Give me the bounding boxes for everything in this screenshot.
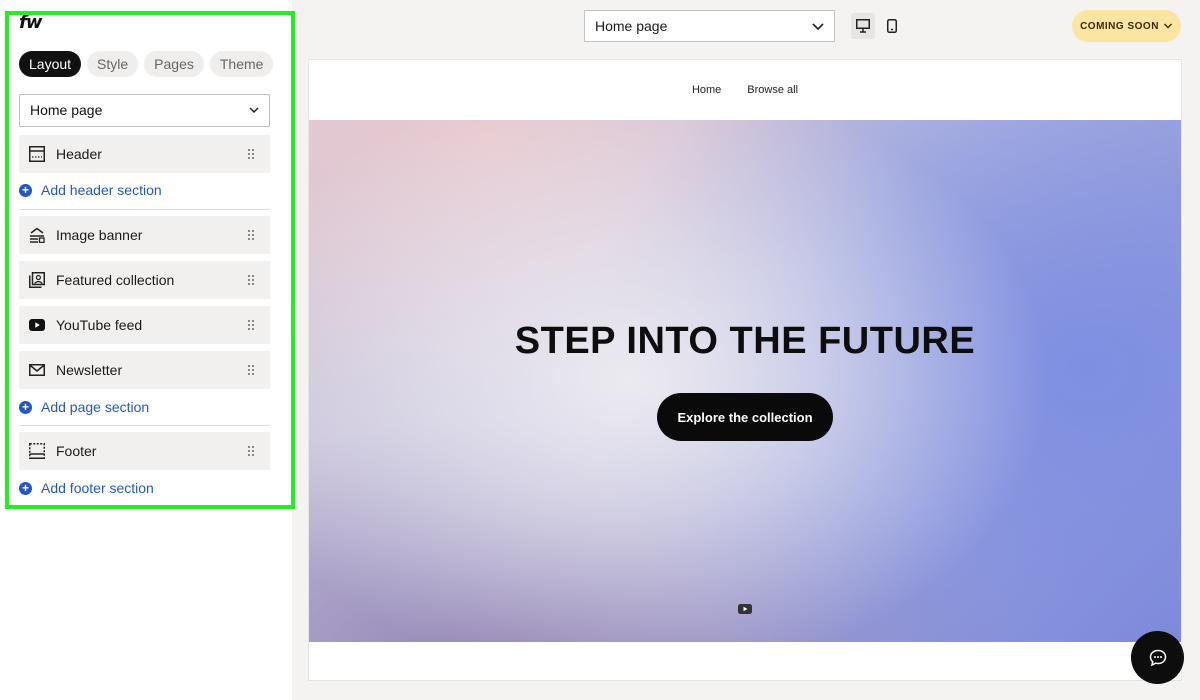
drag-handle-icon[interactable] (246, 148, 256, 160)
page-select-top[interactable]: Home page (584, 10, 835, 42)
image-banner-icon (28, 226, 46, 244)
site-nav: Home Browse all (309, 60, 1181, 120)
chat-button[interactable] (1131, 631, 1184, 684)
divider (19, 209, 270, 210)
section-item-newsletter[interactable]: Newsletter (19, 351, 270, 389)
chevron-down-icon (1163, 23, 1172, 29)
coming-soon-label: COMING SOON (1080, 20, 1159, 32)
desktop-icon (856, 19, 870, 33)
desktop-view-button[interactable] (851, 13, 875, 39)
section-label: Featured collection (56, 272, 175, 288)
section-item-header[interactable]: Header (19, 135, 270, 173)
divider (19, 425, 270, 426)
chevron-down-icon (249, 107, 259, 114)
drag-handle-icon[interactable] (246, 229, 256, 241)
hero-banner: STEP INTO THE FUTURE Explore the collect… (309, 120, 1181, 642)
plus-circle-icon: + (19, 481, 32, 495)
editor-sidebar: fw Layout Style Pages Theme Home page He… (0, 0, 292, 700)
youtube-icon (28, 316, 46, 334)
section-item-image-banner[interactable]: Image banner (19, 216, 270, 254)
section-label: Newsletter (56, 362, 123, 378)
sidebar-tabs: Layout Style Pages Theme (19, 51, 274, 77)
mobile-icon (887, 19, 897, 33)
section-label: Image banner (56, 227, 143, 243)
section-label: YouTube feed (56, 317, 143, 333)
footer-layout-icon (28, 442, 46, 460)
section-item-featured-collection[interactable]: Featured collection (19, 261, 270, 299)
section-item-footer[interactable]: Footer (19, 432, 270, 470)
add-header-section-label: Add header section (41, 182, 162, 198)
tab-pages[interactable]: Pages (144, 51, 204, 77)
add-footer-section-button[interactable]: + Add footer section (19, 480, 154, 496)
plus-circle-icon: + (19, 400, 32, 414)
page-select-top-value: Home page (595, 18, 668, 34)
drag-handle-icon[interactable] (246, 319, 256, 331)
chat-bubble-icon (1149, 649, 1166, 666)
add-page-section-button[interactable]: + Add page section (19, 399, 149, 415)
mobile-view-button[interactable] (880, 13, 904, 39)
add-footer-section-label: Add footer section (41, 480, 154, 496)
section-label: Header (56, 146, 102, 162)
tab-theme[interactable]: Theme (209, 51, 274, 77)
tab-layout[interactable]: Layout (19, 51, 82, 77)
add-header-section-button[interactable]: + Add header section (19, 182, 162, 198)
explore-collection-button[interactable]: Explore the collection (657, 393, 833, 441)
drag-handle-icon[interactable] (246, 445, 256, 457)
plus-circle-icon: + (19, 183, 32, 197)
collection-icon (28, 271, 46, 289)
site-preview: Home Browse all STEP INTO THE FUTURE Exp… (309, 60, 1181, 680)
app-logo: fw (19, 12, 42, 33)
envelope-icon (28, 361, 46, 379)
nav-link-browse-all[interactable]: Browse all (747, 84, 798, 96)
add-page-section-label: Add page section (41, 399, 150, 415)
page-select-sidebar[interactable]: Home page (19, 94, 270, 127)
drag-handle-icon[interactable] (246, 364, 256, 376)
page-select-value: Home page (30, 102, 103, 118)
tab-style[interactable]: Style (87, 51, 139, 77)
header-layout-icon (28, 145, 46, 163)
youtube-icon (738, 604, 752, 614)
chevron-down-icon (812, 23, 824, 31)
coming-soon-button[interactable]: COMING SOON (1072, 10, 1181, 42)
drag-handle-icon[interactable] (246, 274, 256, 286)
hero-title: STEP INTO THE FUTURE (514, 320, 976, 362)
section-item-youtube-feed[interactable]: YouTube feed (19, 306, 270, 344)
nav-link-home[interactable]: Home (692, 84, 721, 96)
section-label: Footer (56, 443, 97, 459)
